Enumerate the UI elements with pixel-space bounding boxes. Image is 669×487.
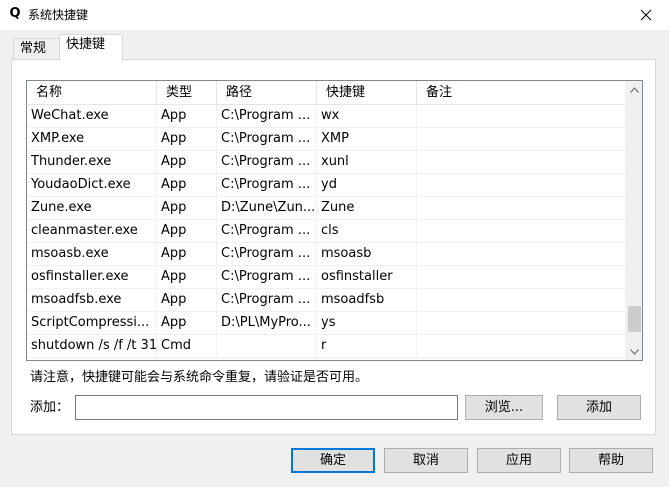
cell-path: C:\Program ... xyxy=(217,289,317,312)
add-label: 添加： xyxy=(30,400,70,415)
cell-name: YoudaoDict.exe xyxy=(27,174,157,197)
cell-path: C:\Program ... xyxy=(217,243,317,266)
cell-note xyxy=(417,289,625,312)
table-row[interactable]: msoasb.exe App C:\Program ... msoasb xyxy=(27,243,625,266)
cell-name: XMP.exe xyxy=(27,128,157,151)
table-row[interactable]: YoudaoDict.exe App C:\Program ... yd xyxy=(27,174,625,197)
cell-shortcut: msoasb xyxy=(317,243,417,266)
table-row[interactable]: msoadfsb.exe App C:\Program ... msoadfsb xyxy=(27,289,625,312)
cell-type: App xyxy=(157,105,217,128)
cell-shortcut: ys xyxy=(317,312,417,335)
add-path-input[interactable] xyxy=(75,395,458,420)
column-header-path[interactable]: 路径 xyxy=(217,81,317,105)
cell-name: Thunder.exe xyxy=(27,151,157,174)
table-row[interactable]: Thunder.exe App C:\Program ... xunl xyxy=(27,151,625,174)
table-row[interactable]: shutdown /s /f /t 31 Cmd r xyxy=(27,335,625,358)
cell-note xyxy=(417,243,625,266)
cell-note xyxy=(417,174,625,197)
scroll-down-button[interactable] xyxy=(626,343,642,360)
cell-type: Cmd xyxy=(157,335,217,358)
cell-type: App xyxy=(157,174,217,197)
browse-button[interactable]: 浏览... xyxy=(465,395,543,420)
cell-note xyxy=(417,312,625,335)
cell-path: C:\Program ... xyxy=(217,105,317,128)
list-rows: WeChat.exe App C:\Program ... wx XMP.exe App C… xyxy=(27,105,625,358)
scroll-up-button[interactable] xyxy=(626,81,642,98)
ok-button[interactable]: 确定 xyxy=(291,448,375,473)
cell-path xyxy=(217,335,317,358)
tab-shortcuts[interactable]: 快捷键 xyxy=(59,34,123,61)
column-header-type[interactable]: 类型 xyxy=(157,81,217,105)
title-bar[interactable]: Q 系统快捷键 xyxy=(0,0,669,30)
cell-note xyxy=(417,197,625,220)
column-header-note[interactable]: 备注 xyxy=(417,81,625,105)
vertical-scrollbar[interactable] xyxy=(625,81,642,360)
cell-note xyxy=(417,335,625,358)
cell-shortcut: msoadfsb xyxy=(317,289,417,312)
chevron-up-icon xyxy=(630,86,639,93)
cell-name: osfinstaller.exe xyxy=(27,266,157,289)
table-row[interactable]: WeChat.exe App C:\Program ... wx xyxy=(27,105,625,128)
cell-note xyxy=(417,128,625,151)
cell-path: D:\Zune\Zun... xyxy=(217,197,317,220)
table-row[interactable]: osfinstaller.exe App C:\Program ... osfinst… xyxy=(27,266,625,289)
cell-note xyxy=(417,266,625,289)
column-header-name[interactable]: 名称 xyxy=(27,81,157,105)
column-header-shortcut[interactable]: 快捷键 xyxy=(317,81,417,105)
cell-shortcut: wx xyxy=(317,105,417,128)
scroll-thumb[interactable] xyxy=(628,306,641,333)
cell-type: App xyxy=(157,289,217,312)
cancel-button[interactable]: 取消 xyxy=(384,448,468,473)
cell-note xyxy=(417,151,625,174)
cell-type: App xyxy=(157,128,217,151)
cell-shortcut: xunl xyxy=(317,151,417,174)
cell-shortcut: XMP xyxy=(317,128,417,151)
table-row[interactable]: Zune.exe App D:\Zune\Zun... Zune xyxy=(27,197,625,220)
table-row[interactable]: XMP.exe App C:\Program ... XMP xyxy=(27,128,625,151)
close-icon xyxy=(640,9,652,21)
cell-type: App xyxy=(157,220,217,243)
cell-note xyxy=(417,105,625,128)
cell-path: C:\Program ... xyxy=(217,174,317,197)
cell-note xyxy=(417,220,625,243)
cell-name: ScriptCompressi... xyxy=(27,312,157,335)
cell-path: C:\Program ... xyxy=(217,220,317,243)
cell-name: cleanmaster.exe xyxy=(27,220,157,243)
table-row[interactable]: cleanmaster.exe App C:\Program ... cls xyxy=(27,220,625,243)
shortcut-list[interactable]: 名称 类型 路径 快捷键 备注 WeChat.exe App C:\Program … xyxy=(26,80,643,361)
cell-name: WeChat.exe xyxy=(27,105,157,128)
cell-type: App xyxy=(157,197,217,220)
cell-shortcut: osfinstaller xyxy=(317,266,417,289)
cell-shortcut: yd xyxy=(317,174,417,197)
cell-shortcut: Zune xyxy=(317,197,417,220)
cell-shortcut: r xyxy=(317,335,417,358)
close-button[interactable] xyxy=(623,0,669,30)
cell-type: App xyxy=(157,312,217,335)
app-icon: Q xyxy=(9,6,21,21)
help-button[interactable]: 帮助 xyxy=(569,448,653,473)
list-header: 名称 类型 路径 快捷键 备注 xyxy=(27,81,625,105)
table-row[interactable]: ScriptCompressi... App D:\PL\MyPro... ys xyxy=(27,312,625,335)
cell-type: App xyxy=(157,266,217,289)
cell-type: App xyxy=(157,151,217,174)
chevron-down-icon xyxy=(630,348,639,355)
dialog-window: Q 系统快捷键 常规 快捷键 名称 类型 路径 快捷键 备注 WeChat.ex… xyxy=(0,0,669,487)
cell-name: msoasb.exe xyxy=(27,243,157,266)
cell-path: D:\PL\MyPro... xyxy=(217,312,317,335)
cell-shortcut: cls xyxy=(317,220,417,243)
apply-button[interactable]: 应用 xyxy=(477,448,561,473)
cell-name: shutdown /s /f /t 31 xyxy=(27,335,157,358)
cell-path: C:\Program ... xyxy=(217,151,317,174)
cell-name: msoadfsb.exe xyxy=(27,289,157,312)
cell-path: C:\Program ... xyxy=(217,266,317,289)
window-title: 系统快捷键 xyxy=(28,8,89,22)
tab-general[interactable]: 常规 xyxy=(13,38,60,59)
cell-type: App xyxy=(157,243,217,266)
duplicate-warning-text: 请注意，快捷键可能会与系统命令重复，请验证是否可用。 xyxy=(30,370,369,385)
cell-path: C:\Program ... xyxy=(217,128,317,151)
cell-name: Zune.exe xyxy=(27,197,157,220)
add-button[interactable]: 添加 xyxy=(557,395,641,420)
